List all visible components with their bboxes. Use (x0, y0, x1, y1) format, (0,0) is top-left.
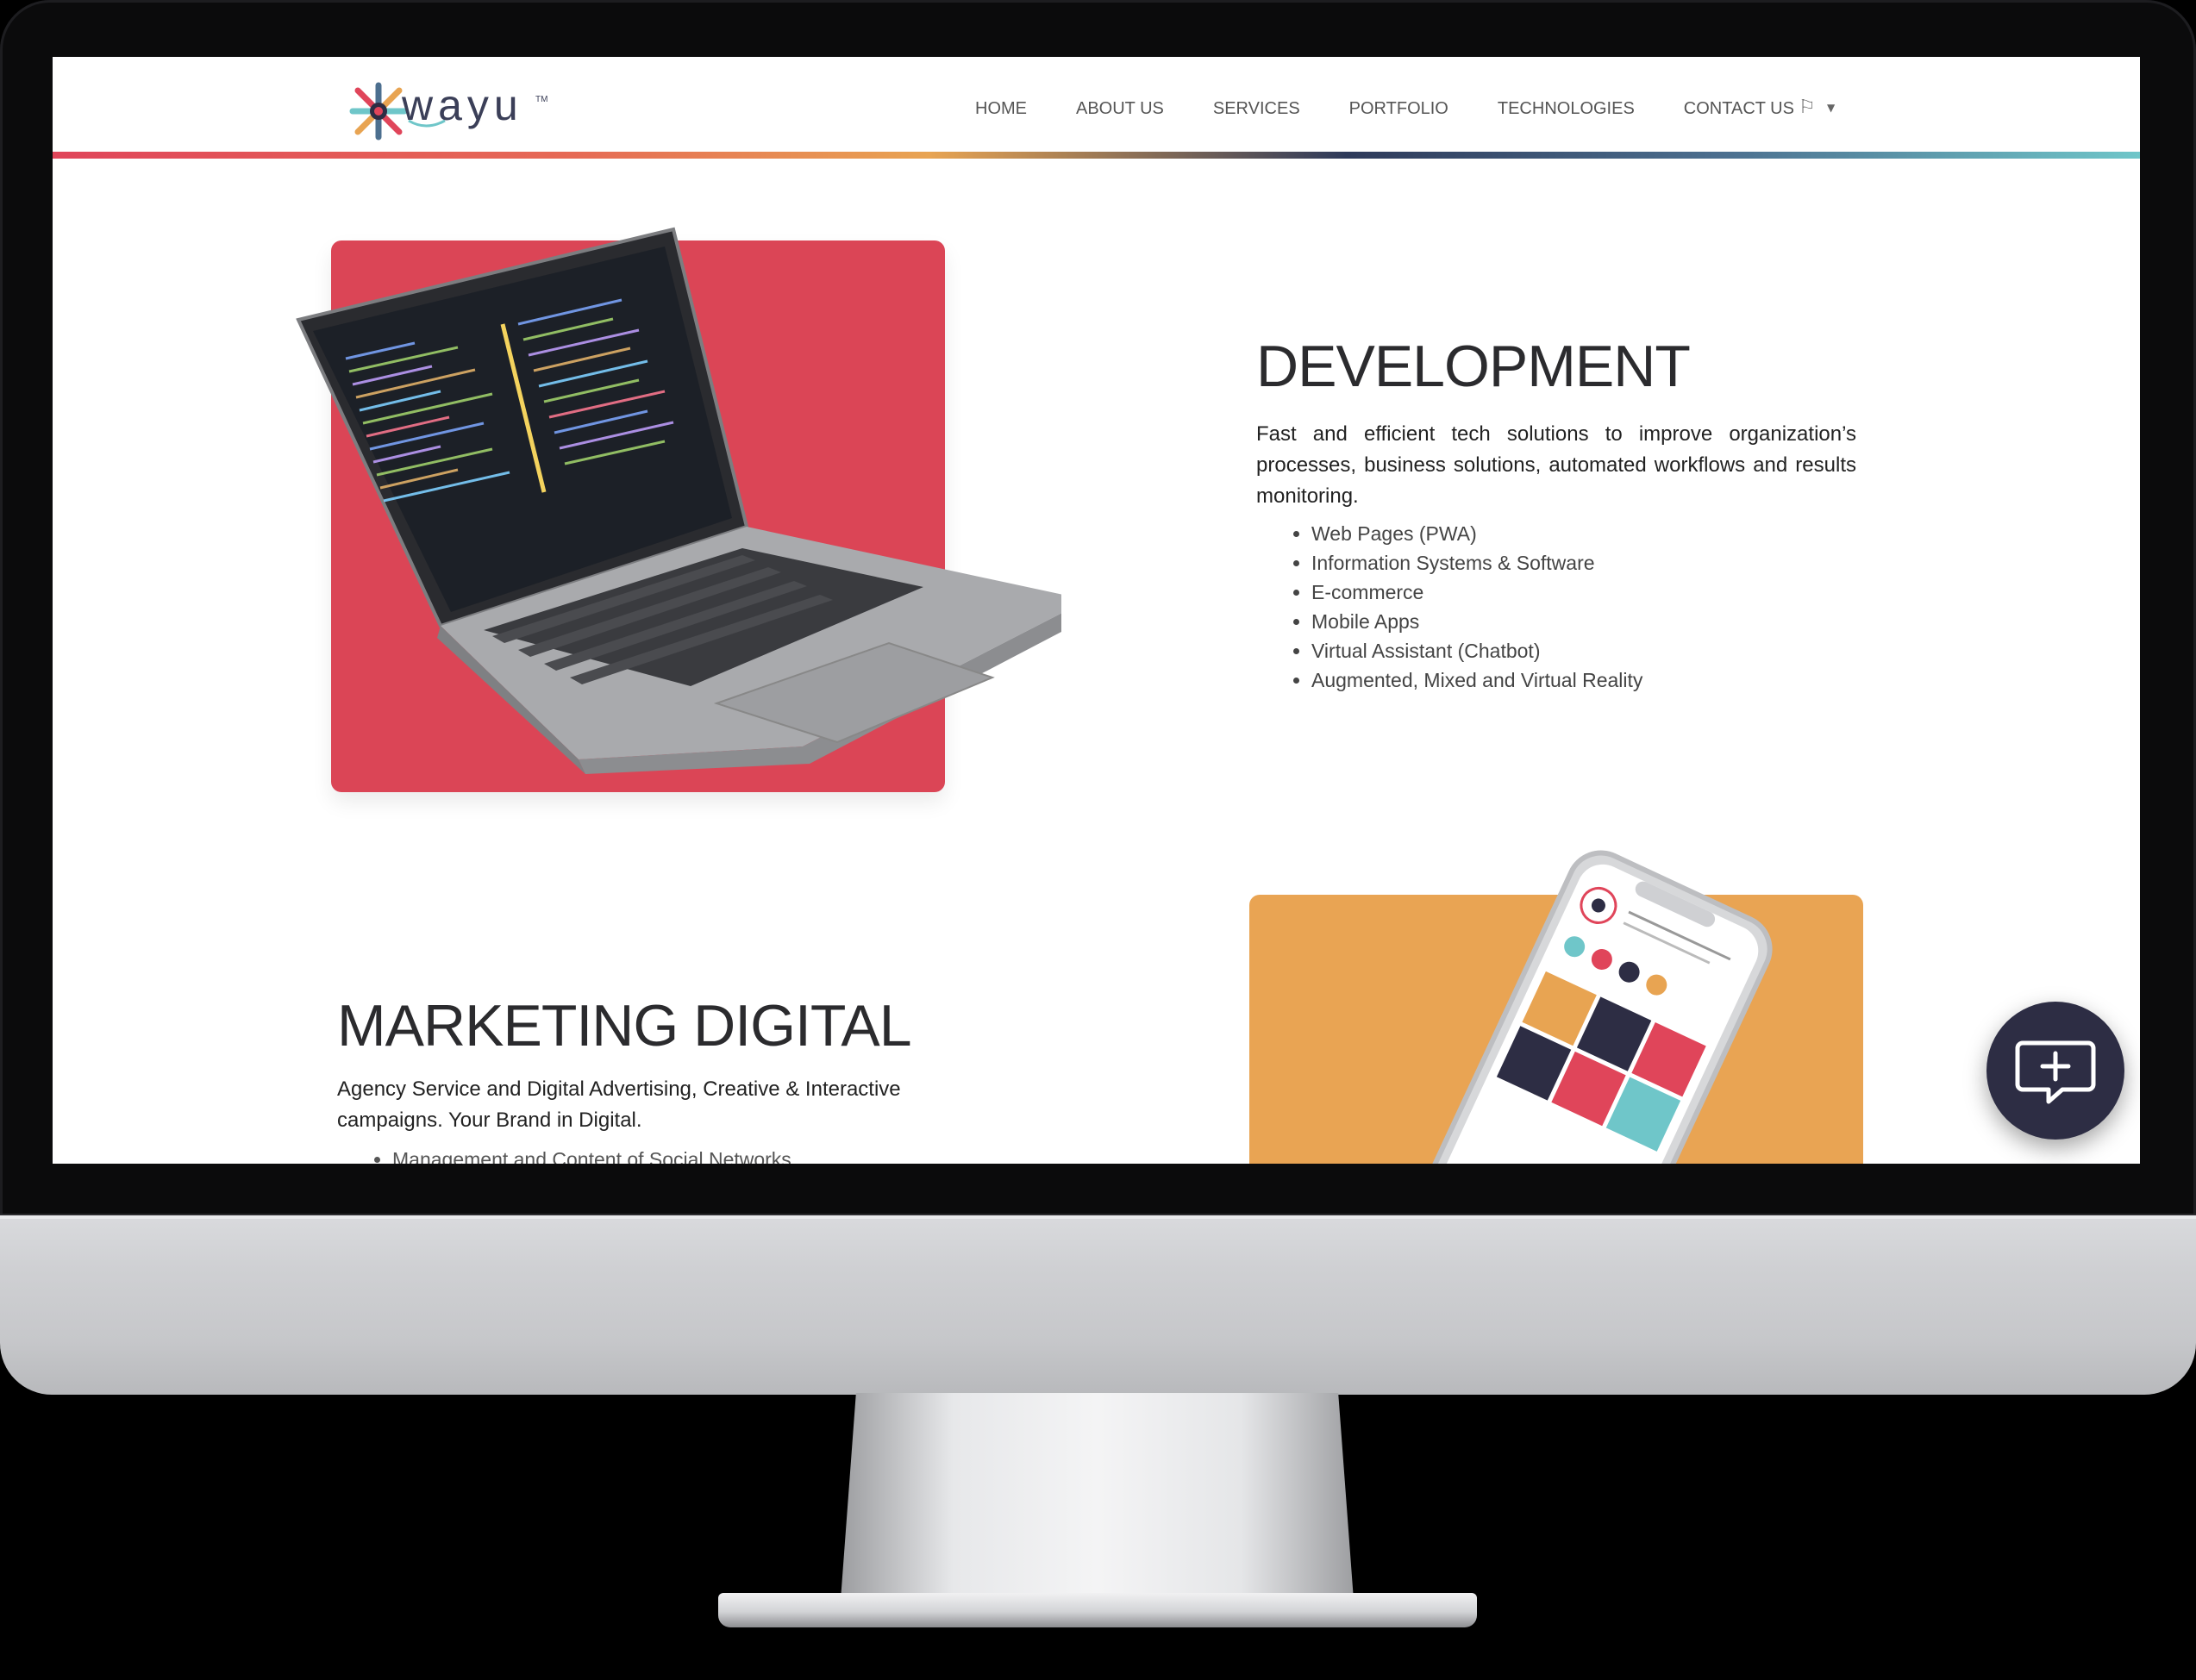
list-item: Management and Content of Social Network… (392, 1145, 996, 1164)
flag-icon[interactable]: ⚐ (1799, 97, 1816, 118)
list-item: Mobile Apps (1311, 607, 1915, 636)
chat-button[interactable] (1986, 1002, 2124, 1140)
chat-plus-icon (2015, 1040, 2096, 1104)
marketing-description: Agency Service and Digital Advertising, … (337, 1077, 901, 1132)
nav-about-us[interactable]: ABOUT US (1076, 99, 1164, 119)
nav-technologies[interactable]: TECHNOLOGIES (1498, 99, 1635, 119)
main-nav: HOME ABOUT US SERVICES PORTFOLIO TECHNOL… (975, 99, 1843, 119)
development-title: DEVELOPMENT (1256, 334, 1691, 399)
marketing-title: MARKETING DIGITAL (337, 993, 912, 1059)
laptop-image (296, 227, 1061, 774)
list-item: E-commerce (1311, 578, 1915, 607)
logo-wordmark[interactable]: wayu (402, 80, 523, 130)
smartphone-image (1404, 850, 1773, 1164)
marketing-services-list: Management and Content of Social Network… (337, 1145, 996, 1164)
website-screen: wayu TM HOME ABOUT US SERVICES PORTFOLIO… (53, 57, 2140, 1164)
monitor-chin (0, 1215, 2196, 1395)
header: wayu TM HOME ABOUT US SERVICES PORTFOLIO… (53, 57, 2140, 152)
list-item: Web Pages (PWA) (1311, 519, 1915, 548)
development-description: Fast and efficient tech solutions to imp… (1256, 422, 1856, 508)
nav-portfolio[interactable]: PORTFOLIO (1349, 99, 1448, 119)
development-services-list: Web Pages (PWA) Information Systems & So… (1256, 519, 1915, 695)
logo-trademark: TM (535, 95, 548, 104)
nav-contact-us[interactable]: CONTACT US (1684, 99, 1794, 119)
nav-home[interactable]: HOME (975, 99, 1027, 119)
monitor-stand-neck (841, 1393, 1354, 1600)
list-item: Information Systems & Software (1311, 548, 1915, 578)
monitor-stand-foot (718, 1593, 1477, 1627)
list-item: Augmented, Mixed and Virtual Reality (1311, 665, 1915, 695)
list-item: Virtual Assistant (Chatbot) (1311, 636, 1915, 665)
nav-services[interactable]: SERVICES (1213, 99, 1300, 119)
chevron-down-icon[interactable]: ▼ (1827, 102, 1835, 114)
header-gradient-divider (53, 152, 2140, 159)
